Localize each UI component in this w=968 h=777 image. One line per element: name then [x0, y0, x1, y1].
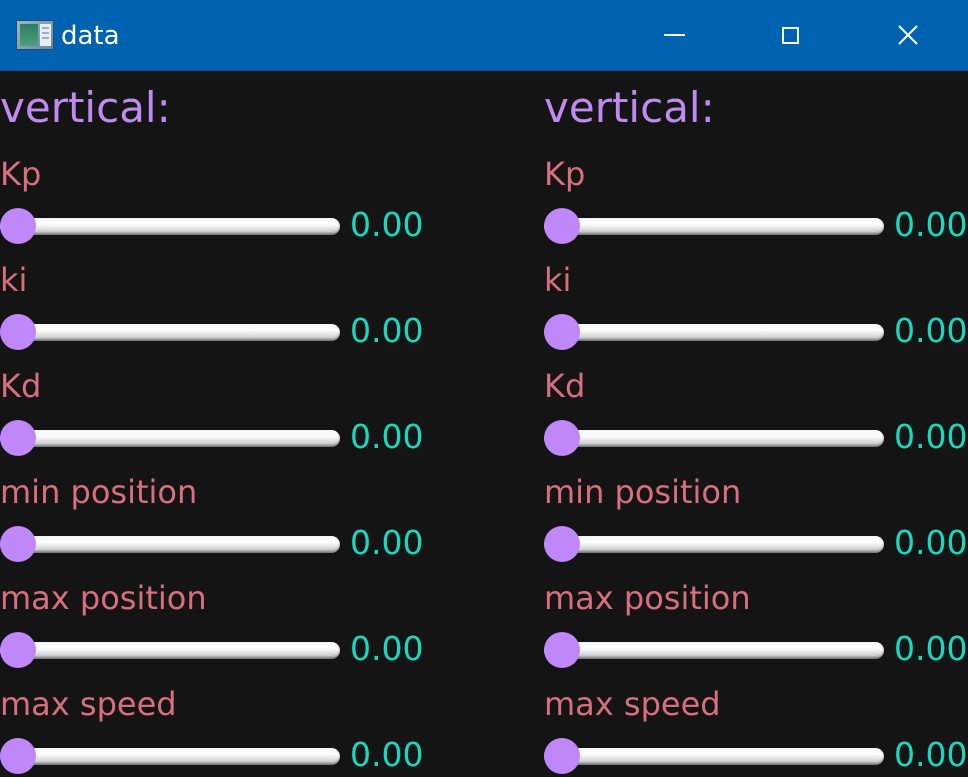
slider-thumb[interactable] — [544, 314, 580, 350]
slider-ki[interactable] — [544, 314, 884, 350]
value-kp: 0.00 — [894, 205, 968, 244]
slider-max-position[interactable] — [0, 632, 340, 668]
param-label-ki: ki — [0, 261, 28, 299]
slider-max-speed[interactable] — [0, 738, 340, 774]
param-label-kd: Kd — [0, 367, 42, 405]
app-window: data vertical: Kp 0.00 ki 0.00 Kd 0.00 m… — [0, 0, 968, 777]
param-label-min-position: min position — [544, 473, 742, 511]
pid-panel-left: vertical: Kp 0.00 ki 0.00 Kd 0.00 min po… — [0, 71, 440, 777]
maximize-button[interactable] — [732, 0, 848, 70]
close-button[interactable] — [848, 0, 968, 70]
value-ki: 0.00 — [894, 311, 968, 350]
slider-max-speed[interactable] — [544, 738, 884, 774]
slider-kp[interactable] — [0, 208, 340, 244]
slider-thumb[interactable] — [544, 738, 580, 774]
value-kp: 0.00 — [350, 205, 424, 244]
param-label-min-position: min position — [0, 473, 198, 511]
slider-track[interactable] — [544, 430, 884, 447]
value-max-speed: 0.00 — [894, 735, 968, 774]
close-icon — [898, 25, 918, 45]
param-label-max-position: max position — [0, 579, 207, 617]
slider-thumb[interactable] — [544, 420, 580, 456]
slider-track[interactable] — [0, 536, 340, 553]
slider-track[interactable] — [544, 536, 884, 553]
panel-heading: vertical: — [0, 83, 171, 132]
slider-kp[interactable] — [544, 208, 884, 244]
maximize-icon — [781, 26, 799, 44]
slider-min-position[interactable] — [544, 526, 884, 562]
param-label-max-position: max position — [544, 579, 751, 617]
value-min-position: 0.00 — [894, 523, 968, 562]
window-title: data — [61, 21, 120, 51]
value-max-speed: 0.00 — [350, 735, 424, 774]
slider-thumb[interactable] — [0, 420, 36, 456]
slider-track[interactable] — [0, 430, 340, 447]
slider-thumb[interactable] — [0, 314, 36, 350]
minimize-button[interactable] — [616, 0, 732, 70]
param-label-ki: ki — [544, 261, 572, 299]
title-bar[interactable]: data — [0, 0, 968, 71]
value-ki: 0.00 — [350, 311, 424, 350]
slider-track[interactable] — [544, 218, 884, 235]
slider-thumb[interactable] — [544, 632, 580, 668]
slider-track[interactable] — [0, 748, 340, 765]
slider-kd[interactable] — [544, 420, 884, 456]
slider-thumb[interactable] — [0, 208, 36, 244]
slider-thumb[interactable] — [0, 526, 36, 562]
slider-track[interactable] — [544, 324, 884, 341]
slider-track[interactable] — [0, 642, 340, 659]
slider-kd[interactable] — [0, 420, 340, 456]
slider-track[interactable] — [544, 642, 884, 659]
slider-thumb[interactable] — [0, 738, 36, 774]
value-max-position: 0.00 — [894, 629, 968, 668]
value-kd: 0.00 — [350, 417, 424, 456]
value-min-position: 0.00 — [350, 523, 424, 562]
panel-heading: vertical: — [544, 83, 715, 132]
param-label-kp: Kp — [544, 155, 586, 193]
param-label-kd: Kd — [544, 367, 586, 405]
slider-ki[interactable] — [0, 314, 340, 350]
slider-min-position[interactable] — [0, 526, 340, 562]
minimize-icon — [663, 34, 685, 36]
app-window-icon — [16, 20, 54, 50]
param-label-kp: Kp — [0, 155, 42, 193]
value-kd: 0.00 — [894, 417, 968, 456]
param-label-max-speed: max speed — [544, 685, 721, 723]
value-max-position: 0.00 — [350, 629, 424, 668]
param-label-max-speed: max speed — [0, 685, 177, 723]
slider-thumb[interactable] — [544, 208, 580, 244]
slider-thumb[interactable] — [544, 526, 580, 562]
slider-track[interactable] — [0, 218, 340, 235]
slider-track[interactable] — [0, 324, 340, 341]
slider-thumb[interactable] — [0, 632, 36, 668]
slider-track[interactable] — [544, 748, 884, 765]
pid-panel-right: vertical: Kp 0.00 ki 0.00 Kd 0.00 min po… — [544, 71, 968, 777]
slider-max-position[interactable] — [544, 632, 884, 668]
